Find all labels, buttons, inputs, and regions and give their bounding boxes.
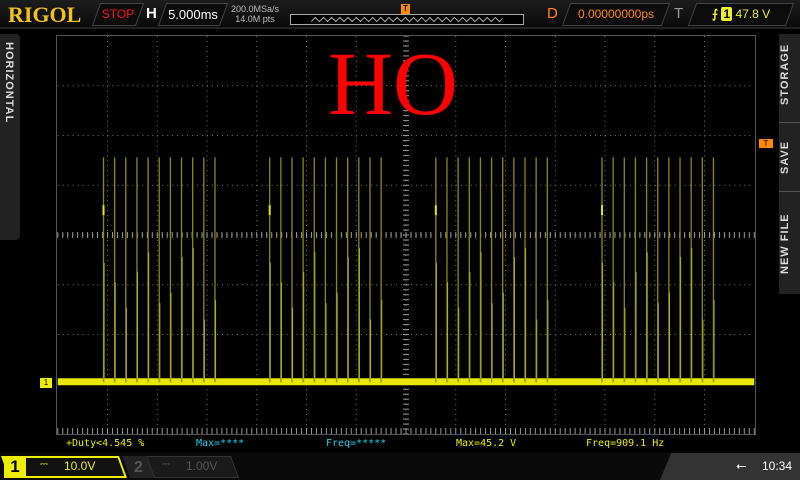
timebase-value: 5.000ms xyxy=(168,7,218,22)
run-stop-status[interactable]: STOP xyxy=(91,3,145,26)
storage-tab[interactable]: STORAGE xyxy=(779,36,800,112)
trigger-level-marker[interactable]: T xyxy=(759,139,773,148)
channel1-scale: 10.0V xyxy=(64,459,96,473)
rising-edge-icon: ⨍ xyxy=(711,7,719,21)
trace-peak xyxy=(434,205,437,216)
dc-coupling-icon: ⎓ xyxy=(40,459,48,470)
clock: 10:34 xyxy=(762,459,793,473)
measurement-max-ch2: Max=**** xyxy=(196,438,245,449)
channel2-scale: 1.00V xyxy=(186,459,218,473)
memory-overview-window[interactable] xyxy=(290,14,524,25)
trigger-source-badge: 1 xyxy=(721,7,733,21)
memory-depth: 14.0M pts xyxy=(235,14,275,24)
overlay-text: HO xyxy=(328,35,458,134)
channel2-number[interactable]: 2 xyxy=(134,459,143,477)
measurement-duty: +Duty<4.545 % xyxy=(66,438,145,449)
right-menu: STORAGE SAVE NEW FILE xyxy=(779,34,800,294)
measurement-freq-ch2: Freq=***** xyxy=(326,438,387,449)
dc-coupling-icon: ⎓ xyxy=(162,459,170,470)
horizontal-menu-tab[interactable]: HORIZONTAL xyxy=(0,34,20,240)
trace-peak xyxy=(102,205,105,216)
measurement-freq: Freq=909.1 Hz xyxy=(586,438,665,449)
usb-icon: ⭠ xyxy=(736,458,747,473)
top-bar: RIGOL STOP H 5.000ms 200.0MSa/s 14.0M pts… xyxy=(0,0,800,29)
trace-baseline xyxy=(57,378,755,386)
horizontal-label: H xyxy=(146,5,157,22)
save-button[interactable]: SAVE xyxy=(779,122,800,192)
delay-display[interactable]: 0.00000000ps xyxy=(561,3,671,26)
trigger-level-value: 47.8 V xyxy=(735,7,771,21)
trigger-position-marker: T xyxy=(401,4,410,14)
channel1-number[interactable]: 1 xyxy=(4,456,26,478)
delay-label: D xyxy=(547,5,558,22)
channel1-ground-marker[interactable]: 1 xyxy=(40,378,52,388)
measurement-max: Max=45.2 V xyxy=(456,438,517,449)
bottom-bar: 1 ⎓ 10.0V 2 ⎓ 1.00V ⭠ 10:34 xyxy=(0,453,800,480)
run-state-label: STOP xyxy=(101,7,135,21)
trace-peak xyxy=(268,205,271,216)
trigger-label: T xyxy=(674,5,684,22)
acquisition-info: 200.0MSa/s 14.0M pts xyxy=(230,4,280,24)
horizontal-tab-label: HORIZONTAL xyxy=(3,42,15,124)
timebase-display[interactable]: 5.000ms xyxy=(157,3,229,26)
new-file-button[interactable]: NEW FILE xyxy=(779,196,800,292)
trigger-display[interactable]: ⨍ 1 47.8 V xyxy=(687,3,795,26)
sample-rate: 200.0MSa/s xyxy=(230,4,280,14)
trace-peak xyxy=(601,205,604,216)
delay-value: 0.00000000ps xyxy=(577,7,655,21)
rigol-logo: RIGOL xyxy=(8,2,82,27)
measurement-bar: +Duty<4.545 % Max=**** Freq=***** Max=45… xyxy=(0,438,800,450)
